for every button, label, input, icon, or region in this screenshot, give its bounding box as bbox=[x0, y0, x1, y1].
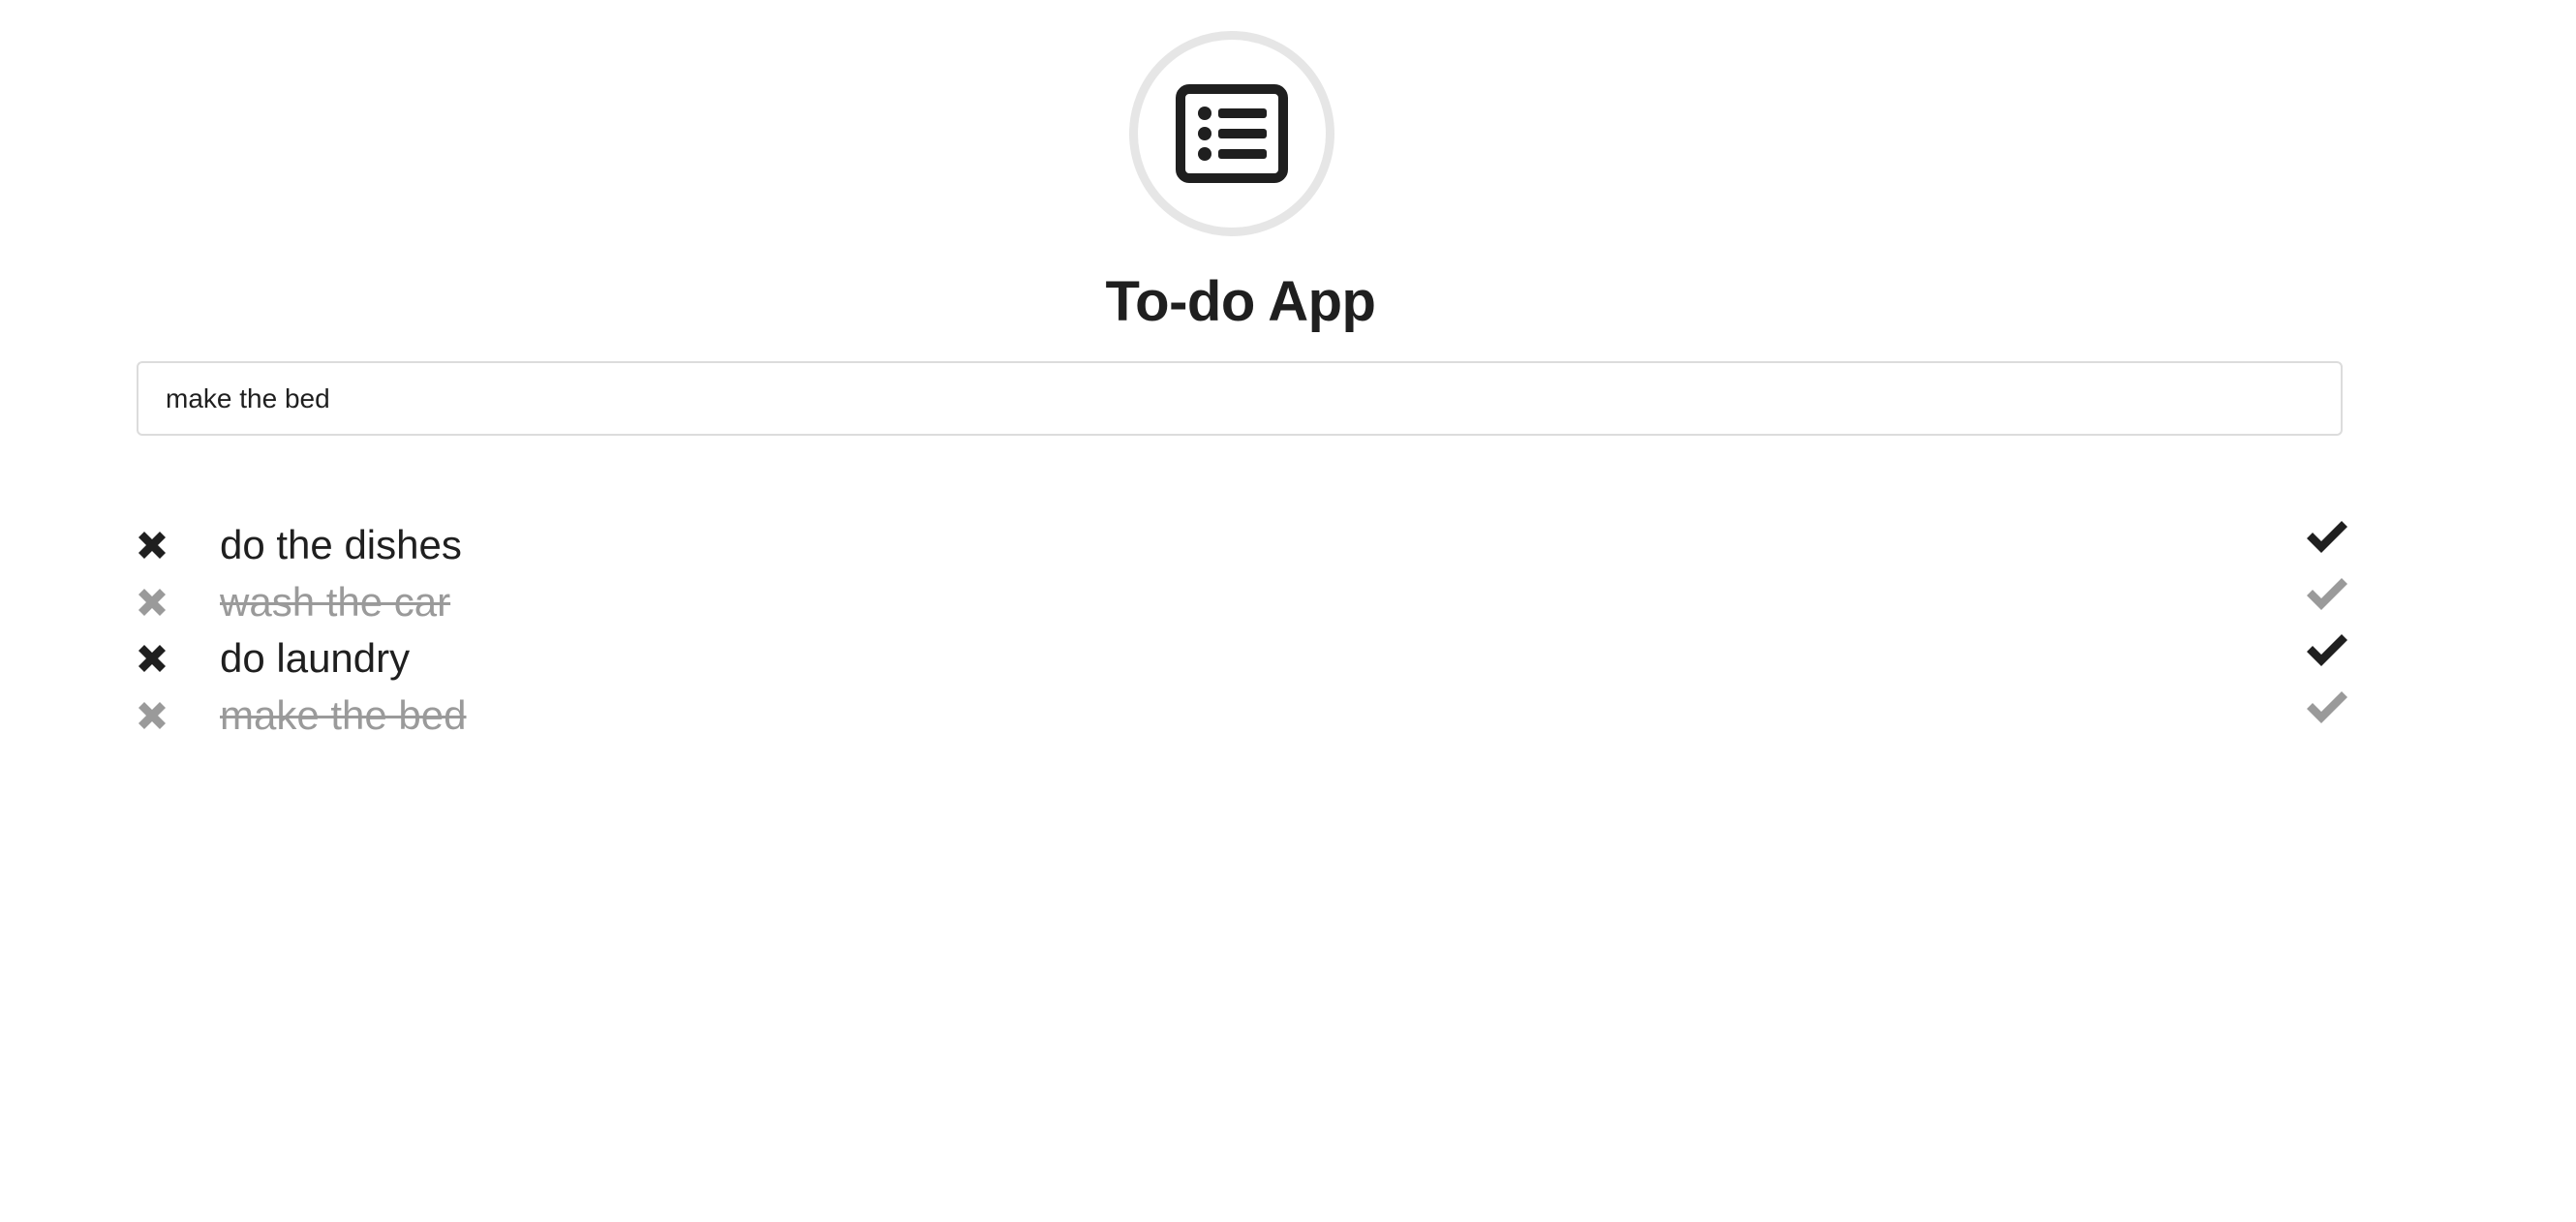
todo-list: do the dishes wash the car do laundry ma… bbox=[133, 517, 2350, 744]
complete-todo-button[interactable] bbox=[2304, 576, 2350, 615]
check-icon bbox=[2307, 634, 2347, 666]
todo-item: do laundry bbox=[133, 630, 2350, 687]
delete-todo-button[interactable] bbox=[133, 696, 171, 735]
todo-text: make the bed bbox=[220, 691, 467, 738]
times-icon bbox=[138, 645, 166, 673]
todo-item: wash the car bbox=[133, 574, 2350, 631]
page-title: To-do App bbox=[1105, 270, 1376, 333]
delete-todo-button[interactable] bbox=[133, 583, 171, 622]
complete-todo-button[interactable] bbox=[2304, 632, 2350, 671]
todo-text: do laundry bbox=[220, 635, 411, 682]
times-icon bbox=[138, 701, 166, 729]
todo-text: wash the car bbox=[220, 578, 451, 625]
app-logo bbox=[1129, 31, 1334, 236]
check-icon bbox=[2307, 521, 2347, 553]
todo-text: do the dishes bbox=[220, 522, 462, 568]
new-todo-form bbox=[137, 361, 2343, 436]
delete-todo-button[interactable] bbox=[133, 526, 171, 565]
complete-todo-button[interactable] bbox=[2304, 519, 2350, 558]
delete-todo-button[interactable] bbox=[133, 639, 171, 678]
times-icon bbox=[138, 532, 166, 560]
times-icon bbox=[138, 588, 166, 616]
todo-item: do the dishes bbox=[133, 517, 2350, 574]
complete-todo-button[interactable] bbox=[2304, 689, 2350, 728]
list-alt-icon bbox=[1176, 84, 1288, 183]
todo-item: make the bed bbox=[133, 687, 2350, 745]
new-todo-input[interactable] bbox=[137, 361, 2343, 436]
check-icon bbox=[2307, 690, 2347, 723]
todo-page: To-do App do the dishes wash bbox=[0, 0, 2576, 1222]
check-icon bbox=[2307, 577, 2347, 610]
